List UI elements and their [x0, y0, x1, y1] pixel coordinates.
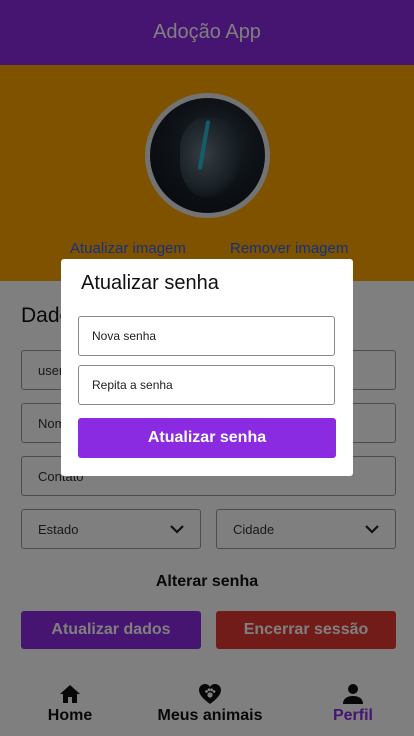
update-password-button[interactable]: Atualizar senha — [78, 418, 336, 458]
update-password-dialog: Atualizar senha Nova senha Repita a senh… — [61, 259, 353, 476]
repeat-password-input[interactable]: Repita a senha — [78, 365, 335, 405]
dialog-title: Atualizar senha — [81, 272, 219, 294]
new-password-input[interactable]: Nova senha — [78, 316, 335, 356]
